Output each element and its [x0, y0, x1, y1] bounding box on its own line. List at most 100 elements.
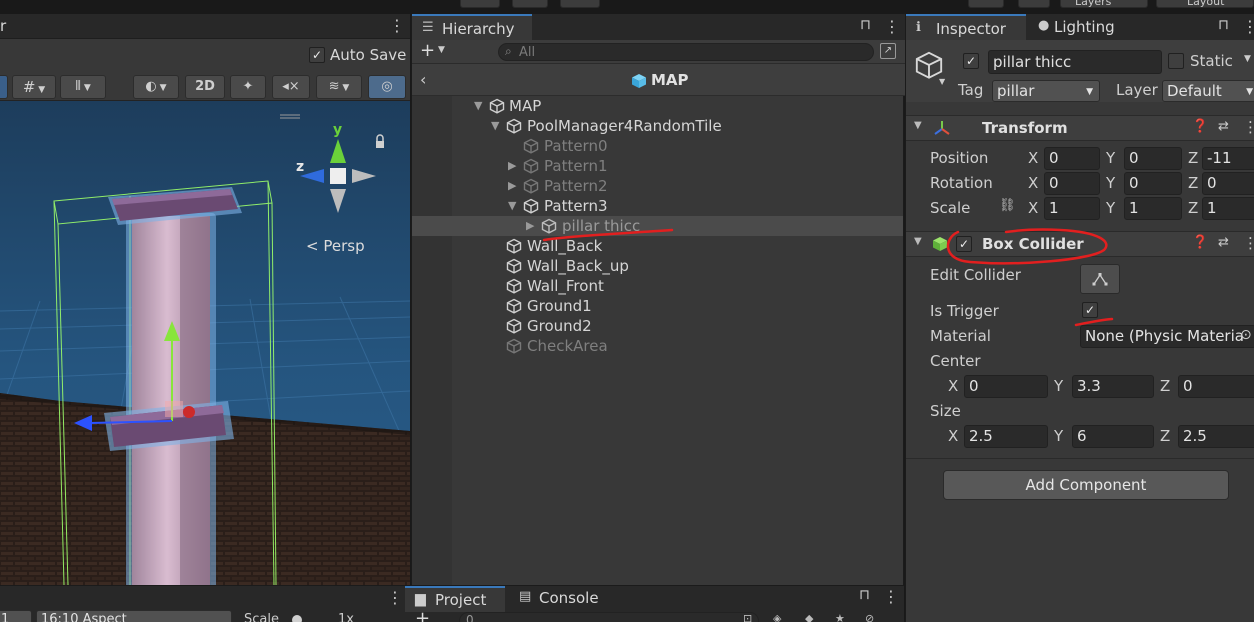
- scene-visibility-button[interactable]: ◎: [368, 75, 406, 99]
- project-search-input[interactable]: 0: [459, 612, 759, 622]
- lock-icon[interactable]: [376, 141, 384, 148]
- size-x-field[interactable]: 2.5: [964, 425, 1048, 448]
- lighting-toggle-button[interactable]: ✦: [230, 75, 266, 99]
- axis-z-label[interactable]: Z: [1160, 427, 1170, 445]
- tree-item-pattern0[interactable]: Pattern0: [412, 136, 903, 156]
- chevron-down-icon[interactable]: ▼: [438, 45, 445, 55]
- presets-icon[interactable]: ⇄: [1218, 119, 1229, 134]
- kebab-menu-icon[interactable]: ⋮: [389, 16, 405, 35]
- type-filter-icon[interactable]: ◈: [773, 612, 781, 622]
- lock-icon[interactable]: ⊓: [859, 587, 870, 603]
- tab-console[interactable]: ▤ Console: [509, 586, 609, 612]
- search-button[interactable]: [1018, 0, 1050, 8]
- play-button[interactable]: [460, 0, 500, 8]
- tree-item-ground2[interactable]: Ground2: [412, 316, 903, 336]
- object-picker-icon[interactable]: ⊙: [1240, 327, 1252, 343]
- rotation-z-field[interactable]: 0: [1202, 172, 1254, 195]
- gameobject-cube-icon[interactable]: [914, 50, 944, 80]
- expand-arrow-icon[interactable]: ▼: [491, 119, 501, 133]
- increment-snap-button[interactable]: ⦀ ▼: [60, 75, 106, 99]
- draw-mode-button[interactable]: ◐ ▼: [133, 75, 179, 99]
- position-x-field[interactable]: 0: [1044, 147, 1100, 170]
- layer-dropdown[interactable]: Default ▼: [1162, 80, 1254, 102]
- search-filter-icon[interactable]: ↗: [880, 43, 896, 59]
- auto-save-checkbox[interactable]: ✓: [309, 47, 325, 63]
- static-checkbox[interactable]: [1168, 53, 1184, 69]
- help-icon[interactable]: ❓: [1192, 119, 1208, 134]
- axis-x-label[interactable]: X: [948, 377, 958, 395]
- position-z-field[interactable]: -11: [1202, 147, 1254, 170]
- chevron-down-icon[interactable]: ▼: [939, 77, 945, 86]
- expand-arrow-icon[interactable]: ▶: [508, 179, 518, 193]
- transform-header[interactable]: ▼ Transform ❓ ⇄ ⋮: [906, 115, 1254, 141]
- scale-x-field[interactable]: 1: [1044, 197, 1100, 220]
- tab-hierarchy[interactable]: ☰ Hierarchy: [412, 14, 532, 40]
- center-y-field[interactable]: 3.3: [1072, 375, 1154, 398]
- presets-icon[interactable]: ⇄: [1218, 235, 1229, 250]
- kebab-menu-icon[interactable]: ⋮: [387, 588, 403, 607]
- chevron-down-icon[interactable]: ▼: [1244, 54, 1251, 64]
- foldout-arrow-icon[interactable]: ▼: [914, 120, 922, 131]
- expand-arrow-icon[interactable]: ▼: [508, 199, 518, 213]
- tree-item-pattern1[interactable]: ▶ Pattern1: [412, 156, 903, 176]
- foldout-arrow-icon[interactable]: ▼: [914, 236, 922, 247]
- center-x-field[interactable]: 0: [964, 375, 1048, 398]
- scale-slider[interactable]: [292, 615, 302, 622]
- axis-z-label[interactable]: Z: [1188, 174, 1198, 192]
- lock-icon[interactable]: ⊓: [1218, 17, 1229, 33]
- lock-icon[interactable]: ⊓: [860, 17, 871, 33]
- tree-item-pattern3[interactable]: ▼ Pattern3: [412, 196, 903, 216]
- tree-item-poolmanager[interactable]: ▼ PoolManager4RandomTile: [412, 116, 903, 136]
- axis-x-label[interactable]: X: [948, 427, 958, 445]
- kebab-menu-icon[interactable]: ⋮: [1242, 17, 1254, 36]
- shading-mode-button[interactable]: [0, 75, 8, 99]
- axis-y-label[interactable]: Y: [1106, 149, 1115, 167]
- scale-y-field[interactable]: 1: [1124, 197, 1182, 220]
- position-y-field[interactable]: 0: [1124, 147, 1182, 170]
- axis-y-label[interactable]: Y: [1106, 174, 1115, 192]
- material-field[interactable]: None (Physic Materia: [1080, 325, 1254, 348]
- tree-item-pattern2[interactable]: ▶ Pattern2: [412, 176, 903, 196]
- axis-x-label[interactable]: X: [1028, 199, 1038, 217]
- tree-item-wall-back-up[interactable]: Wall_Back_up: [412, 256, 903, 276]
- rotation-x-field[interactable]: 0: [1044, 172, 1100, 195]
- filter-icon[interactable]: ⊡: [743, 612, 752, 622]
- history-button[interactable]: [968, 0, 1004, 8]
- expand-arrow-icon[interactable]: ▶: [508, 159, 518, 173]
- toggle-2d-button[interactable]: 2D: [185, 75, 225, 99]
- layout-dropdown[interactable]: Layout: [1156, 0, 1254, 8]
- edit-collider-button[interactable]: [1080, 264, 1120, 294]
- size-y-field[interactable]: 6: [1072, 425, 1154, 448]
- axis-y-label[interactable]: Y: [1106, 199, 1115, 217]
- kebab-menu-icon[interactable]: ⋮: [1243, 118, 1254, 136]
- audio-toggle-button[interactable]: ◂×: [272, 75, 310, 99]
- axis-y-label[interactable]: Y: [1054, 377, 1063, 395]
- kebab-menu-icon[interactable]: ⋮: [884, 17, 900, 36]
- tree-item-wall-front[interactable]: Wall_Front: [412, 276, 903, 296]
- tag-dropdown[interactable]: pillar ▼: [992, 80, 1100, 102]
- constrain-proportions-icon[interactable]: ⛓: [999, 198, 1016, 213]
- axis-x-label[interactable]: X: [1028, 149, 1038, 167]
- tab-lighting[interactable]: ● Lighting: [1030, 14, 1150, 40]
- favorite-icon[interactable]: ★: [835, 612, 845, 622]
- back-arrow-icon[interactable]: ‹: [420, 70, 426, 89]
- scene-tab-label[interactable]: r: [0, 17, 6, 35]
- active-checkbox[interactable]: ✓: [963, 53, 979, 69]
- aspect-dropdown[interactable]: 16:10 Aspect: [36, 610, 232, 622]
- rotation-y-field[interactable]: 0: [1124, 172, 1182, 195]
- tree-item-map[interactable]: ▼ MAP: [412, 96, 903, 116]
- add-component-button[interactable]: Add Component: [943, 470, 1229, 500]
- tab-inspector[interactable]: ℹ Inspector: [906, 14, 1026, 40]
- object-name-field[interactable]: pillar thicc: [988, 50, 1162, 74]
- kebab-menu-icon[interactable]: ⋮: [883, 587, 899, 606]
- hierarchy-search-input[interactable]: ⌕ All: [498, 43, 874, 61]
- step-button[interactable]: [560, 0, 600, 8]
- scale-z-field[interactable]: 1: [1202, 197, 1254, 220]
- axis-z-label[interactable]: Z: [1188, 199, 1198, 217]
- axis-x-label[interactable]: X: [1028, 174, 1038, 192]
- axis-y-label[interactable]: Y: [1054, 427, 1063, 445]
- create-plus-icon[interactable]: +: [420, 40, 435, 61]
- expand-arrow-icon[interactable]: ▶: [526, 219, 536, 233]
- persp-label[interactable]: < Persp: [306, 237, 365, 255]
- tree-item-checkarea[interactable]: CheckArea: [412, 336, 903, 356]
